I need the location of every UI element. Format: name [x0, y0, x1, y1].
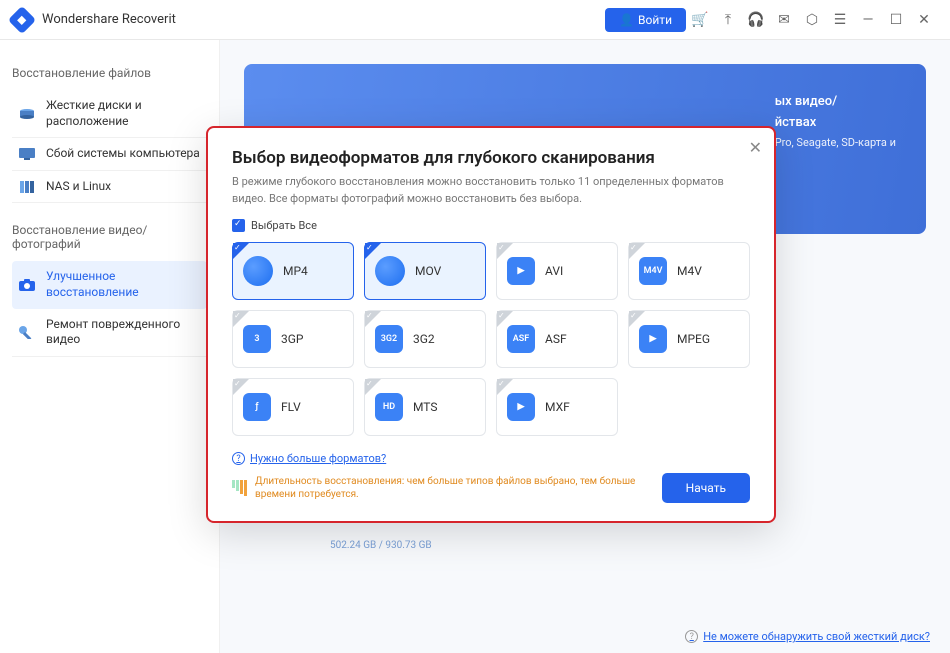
format-label: 3GP — [281, 332, 304, 346]
sidebar-item-enhanced[interactable]: Улучшенное восстановление — [12, 261, 207, 308]
format-3g2[interactable]: 3G2 3G2 — [364, 310, 486, 368]
sidebar-section-1: Восстановление файлов — [12, 66, 207, 80]
app-logo-icon: ◆ — [8, 5, 36, 33]
format-mxf[interactable]: ▶ MXF — [496, 378, 618, 436]
warning-text: Длительность восстановления: чем больше … — [255, 475, 654, 501]
check-corner-icon — [497, 379, 513, 395]
format-label: AVI — [545, 264, 563, 278]
sidebar-label: Ремонт поврежденного видео — [46, 317, 201, 348]
headset-icon[interactable]: 🎧 — [742, 6, 770, 34]
check-corner-icon — [629, 311, 645, 327]
list-icon[interactable]: ☰ — [826, 6, 854, 34]
sidebar: Восстановление файлов Жесткие диски и ра… — [0, 40, 220, 653]
format-icon — [243, 256, 273, 286]
more-formats-label: Нужно больше форматов? — [250, 452, 386, 465]
format-label: 3G2 — [413, 332, 435, 346]
app-title: Wondershare Recoverit — [42, 12, 176, 27]
format-grid: MP4 MOV ▶ AVI M4V M4V 3 3GP 3G2 3G2 ASF … — [232, 242, 750, 436]
disk-usage: 502.24 GB / 930.73 GB — [330, 540, 432, 551]
maximize-icon[interactable]: ☐ — [882, 6, 910, 34]
format-icon: M4V — [639, 257, 667, 285]
bottom-link-label: Не можете обнаружить свой жесткий диск? — [703, 630, 930, 643]
format-mpeg[interactable]: ▶ MPEG — [628, 310, 750, 368]
checkbox-icon — [232, 219, 245, 232]
cart-icon[interactable]: 🛒 — [686, 6, 714, 34]
check-corner-icon — [497, 243, 513, 259]
format-label: ASF — [545, 332, 567, 346]
modal-desc: В режиме глубокого восстановления можно … — [232, 174, 750, 207]
check-corner-icon — [365, 311, 381, 327]
check-corner-icon — [233, 379, 249, 395]
sidebar-item-nas[interactable]: NAS и Linux — [12, 171, 207, 204]
titlebar: ◆ Wondershare Recoverit 👤 Войти 🛒 ⤒ 🎧 ✉ … — [0, 0, 950, 40]
select-all-label: Выбрать Все — [251, 219, 317, 232]
hero-line2: Pro, Seagate, SD-карта и — [775, 136, 896, 149]
format-label: MOV — [415, 264, 441, 278]
format-asf[interactable]: ASF ASF — [496, 310, 618, 368]
start-label: Начать — [686, 481, 726, 495]
format-icon: ▶ — [639, 325, 667, 353]
cube-icon[interactable]: ⬡ — [798, 6, 826, 34]
cant-detect-link[interactable]: ? Не можете обнаружить свой жесткий диск… — [685, 630, 930, 643]
start-button[interactable]: Начать — [662, 473, 750, 503]
select-all-checkbox[interactable]: Выбрать Все — [232, 219, 750, 232]
format-mts[interactable]: HD MTS — [364, 378, 486, 436]
format-mp4[interactable]: MP4 — [232, 242, 354, 300]
sidebar-label: NAS и Linux — [46, 179, 111, 195]
sidebar-item-repair[interactable]: Ремонт поврежденного видео — [12, 309, 207, 357]
check-corner-icon — [629, 243, 645, 259]
format-icon: 3 — [243, 325, 271, 353]
format-icon — [375, 256, 405, 286]
sidebar-label: Жесткие диски и расположение — [46, 98, 201, 129]
check-corner-icon — [233, 311, 249, 327]
login-button[interactable]: 👤 Войти — [605, 8, 686, 32]
more-formats-link[interactable]: ? Нужно больше форматов? — [232, 452, 750, 465]
format-label: MTS — [413, 400, 438, 414]
sidebar-item-crash[interactable]: Сбой системы компьютера — [12, 138, 207, 171]
format-icon: HD — [375, 393, 403, 421]
modal-title: Выбор видеоформатов для глубокого сканир… — [232, 148, 750, 168]
format-avi[interactable]: ▶ AVI — [496, 242, 618, 300]
import-icon[interactable]: ⤒ — [714, 6, 742, 34]
question-icon: ? — [685, 630, 698, 643]
minimize-icon[interactable]: — — [854, 6, 882, 34]
format-label: MP4 — [283, 264, 308, 278]
format-label: M4V — [677, 264, 702, 278]
format-label: FLV — [281, 400, 301, 414]
format-modal: ✕ Выбор видеоформатов для глубокого скан… — [206, 126, 776, 523]
format-mov[interactable]: MOV — [364, 242, 486, 300]
monitor-icon — [18, 147, 36, 161]
wrench-icon — [18, 325, 36, 339]
check-corner-icon — [233, 243, 249, 259]
sidebar-section-2: Восстановление видео/фотографий — [12, 223, 207, 251]
hero-line1a: ых видео/ — [775, 94, 837, 109]
sidebar-label: Сбой системы компьютера — [46, 146, 200, 162]
user-icon: 👤 — [619, 13, 634, 27]
check-corner-icon — [365, 243, 381, 259]
duration-bars-icon — [232, 480, 247, 496]
format-icon: ASF — [507, 325, 535, 353]
format-label: MXF — [545, 400, 570, 414]
drive-icon — [18, 107, 36, 121]
login-label: Войти — [638, 13, 672, 27]
format-icon: ▶ — [507, 393, 535, 421]
format-3gp[interactable]: 3 3GP — [232, 310, 354, 368]
sidebar-label: Улучшенное восстановление — [46, 269, 201, 300]
modal-close-icon[interactable]: ✕ — [749, 138, 762, 157]
close-window-icon[interactable]: ✕ — [910, 6, 938, 34]
format-icon: ƒ — [243, 393, 271, 421]
camera-icon — [18, 278, 36, 292]
check-corner-icon — [497, 311, 513, 327]
hero-line1b: йствах — [775, 115, 817, 130]
sidebar-item-drives[interactable]: Жесткие диски и расположение — [12, 90, 207, 138]
format-m4v[interactable]: M4V M4V — [628, 242, 750, 300]
question-icon: ? — [232, 452, 245, 465]
format-icon: ▶ — [507, 257, 535, 285]
format-flv[interactable]: ƒ FLV — [232, 378, 354, 436]
nas-icon — [18, 180, 36, 194]
format-label: MPEG — [677, 332, 710, 346]
mail-icon[interactable]: ✉ — [770, 6, 798, 34]
check-corner-icon — [365, 379, 381, 395]
format-icon: 3G2 — [375, 325, 403, 353]
